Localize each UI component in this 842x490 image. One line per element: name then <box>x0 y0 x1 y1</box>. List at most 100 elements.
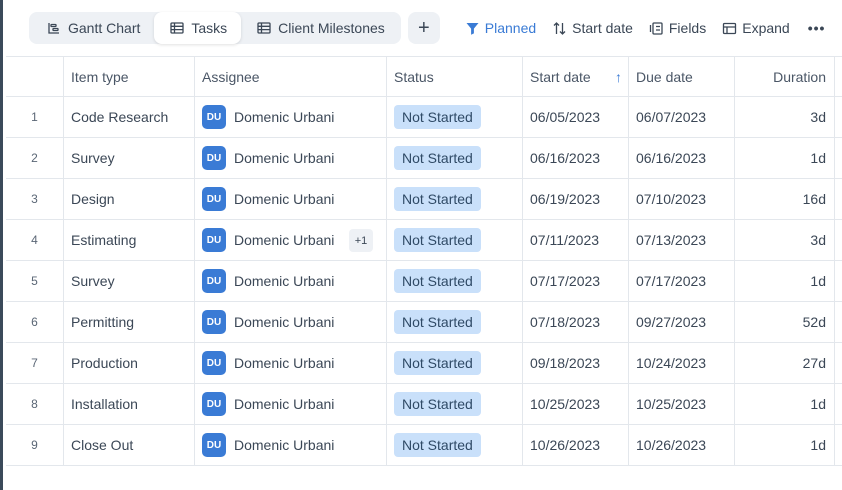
header-assignee[interactable]: Assignee <box>195 57 387 96</box>
start-date-cell[interactable]: 06/16/2023 <box>523 138 629 178</box>
assignee-cell[interactable]: DU Domenic Urbani <box>195 97 387 137</box>
item-type-cell[interactable]: Survey <box>64 261 195 301</box>
more-options-icon[interactable]: ••• <box>808 20 826 36</box>
view-toolbar: Gantt Chart Tasks Client Milestones + Pl… <box>3 0 842 56</box>
table-row[interactable]: 2 Survey DU Domenic Urbani Not Started 0… <box>6 138 842 179</box>
duration-cell[interactable]: 1d <box>735 425 835 465</box>
assignee-cell[interactable]: DU Domenic Urbani <box>195 261 387 301</box>
table-row[interactable]: 1 Code Research DU Domenic Urbani Not St… <box>6 97 842 138</box>
extra-assignees-badge[interactable]: +1 <box>349 229 373 252</box>
due-date-cell[interactable]: 07/10/2023 <box>629 179 735 219</box>
start-date-cell[interactable]: 10/26/2023 <box>523 425 629 465</box>
duration-cell[interactable]: 1d <box>735 384 835 424</box>
header-status[interactable]: Status <box>387 57 523 96</box>
status-cell[interactable]: Not Started <box>387 261 523 301</box>
item-type-cell[interactable]: Code Research <box>64 97 195 137</box>
start-date-cell[interactable]: 09/18/2023 <box>523 343 629 383</box>
due-date-cell[interactable]: 07/17/2023 <box>629 261 735 301</box>
assignee-name: Domenic Urbani <box>234 232 335 248</box>
item-type-cell[interactable]: Survey <box>64 138 195 178</box>
table-row[interactable]: 6 Permitting DU Domenic Urbani Not Start… <box>6 302 842 343</box>
tab-tasks[interactable]: Tasks <box>154 12 242 44</box>
row-number: 4 <box>6 220 64 260</box>
due-date-cell[interactable]: 10/24/2023 <box>629 343 735 383</box>
status-cell[interactable]: Not Started <box>387 138 523 178</box>
status-badge: Not Started <box>394 392 481 416</box>
header-duration[interactable]: Duration <box>735 57 835 96</box>
item-type-cell[interactable]: Permitting <box>64 302 195 342</box>
start-date-cell[interactable]: 07/11/2023 <box>523 220 629 260</box>
filter-label: Planned <box>484 20 537 36</box>
assignee-cell[interactable]: DU Domenic Urbani <box>195 343 387 383</box>
duration-cell[interactable]: 3d <box>735 220 835 260</box>
assignee-name: Domenic Urbani <box>234 273 335 289</box>
status-cell[interactable]: Not Started <box>387 302 523 342</box>
header-item-type[interactable]: Item type <box>64 57 195 96</box>
header-row-number <box>6 57 64 96</box>
header-start-date[interactable]: Start date ↑ <box>523 57 629 96</box>
duration-cell[interactable]: 52d <box>735 302 835 342</box>
assignee-name: Domenic Urbani <box>234 109 335 125</box>
due-date-cell[interactable]: 07/13/2023 <box>629 220 735 260</box>
item-type-cell[interactable]: Close Out <box>64 425 195 465</box>
filter-icon <box>466 22 479 35</box>
tab-client-milestones[interactable]: Client Milestones <box>241 14 399 42</box>
duration-cell[interactable]: 16d <box>735 179 835 219</box>
item-type-cell[interactable]: Estimating <box>64 220 195 260</box>
assignee-cell[interactable]: DU Domenic Urbani <box>195 425 387 465</box>
status-badge: Not Started <box>394 105 481 129</box>
sort-start-date-button[interactable]: Start date <box>552 20 633 36</box>
table-row[interactable]: 9 Close Out DU Domenic Urbani Not Starte… <box>6 425 842 466</box>
avatar: DU <box>202 310 226 334</box>
row-number: 9 <box>6 425 64 465</box>
assignee-cell[interactable]: DU Domenic Urbani <box>195 138 387 178</box>
duration-cell[interactable]: 1d <box>735 138 835 178</box>
table-row[interactable]: 8 Installation DU Domenic Urbani Not Sta… <box>6 384 842 425</box>
start-date-cell[interactable]: 07/18/2023 <box>523 302 629 342</box>
avatar: DU <box>202 269 226 293</box>
table-row[interactable]: 5 Survey DU Domenic Urbani Not Started 0… <box>6 261 842 302</box>
avatar: DU <box>202 392 226 416</box>
due-date-cell[interactable]: 06/07/2023 <box>629 97 735 137</box>
tab-gantt-chart[interactable]: Gantt Chart <box>31 14 154 42</box>
tab-label: Tasks <box>191 20 228 36</box>
status-cell[interactable]: Not Started <box>387 425 523 465</box>
assignee-cell[interactable]: DU Domenic Urbani <box>195 179 387 219</box>
header-due-date[interactable]: Due date <box>629 57 735 96</box>
filter-planned-button[interactable]: Planned <box>465 20 536 36</box>
status-cell[interactable]: Not Started <box>387 97 523 137</box>
table-row[interactable]: 3 Design DU Domenic Urbani Not Started 0… <box>6 179 842 220</box>
fields-button[interactable]: Fields <box>649 20 706 36</box>
assignee-name: Domenic Urbani <box>234 150 335 166</box>
expand-button[interactable]: Expand <box>722 20 790 36</box>
status-cell[interactable]: Not Started <box>387 220 523 260</box>
avatar: DU <box>202 228 226 252</box>
start-date-cell[interactable]: 06/05/2023 <box>523 97 629 137</box>
assignee-cell[interactable]: DU Domenic Urbani <box>195 384 387 424</box>
assignee-cell[interactable]: DU Domenic Urbani +1 <box>195 220 387 260</box>
status-cell[interactable]: Not Started <box>387 179 523 219</box>
table-row[interactable]: 7 Production DU Domenic Urbani Not Start… <box>6 343 842 384</box>
table-row[interactable]: 4 Estimating DU Domenic Urbani +1 Not St… <box>6 220 842 261</box>
start-date-cell[interactable]: 07/17/2023 <box>523 261 629 301</box>
table-icon <box>257 22 271 34</box>
add-view-button[interactable]: + <box>407 12 440 44</box>
due-date-cell[interactable]: 10/25/2023 <box>629 384 735 424</box>
duration-cell[interactable]: 27d <box>735 343 835 383</box>
fields-icon <box>649 21 663 35</box>
duration-cell[interactable]: 1d <box>735 261 835 301</box>
start-date-cell[interactable]: 06/19/2023 <box>523 179 629 219</box>
row-number: 5 <box>6 261 64 301</box>
assignee-name: Domenic Urbani <box>234 314 335 330</box>
status-cell[interactable]: Not Started <box>387 384 523 424</box>
due-date-cell[interactable]: 10/26/2023 <box>629 425 735 465</box>
due-date-cell[interactable]: 09/27/2023 <box>629 302 735 342</box>
assignee-cell[interactable]: DU Domenic Urbani <box>195 302 387 342</box>
due-date-cell[interactable]: 06/16/2023 <box>629 138 735 178</box>
item-type-cell[interactable]: Installation <box>64 384 195 424</box>
item-type-cell[interactable]: Production <box>64 343 195 383</box>
duration-cell[interactable]: 3d <box>735 97 835 137</box>
status-cell[interactable]: Not Started <box>387 343 523 383</box>
item-type-cell[interactable]: Design <box>64 179 195 219</box>
start-date-cell[interactable]: 10/25/2023 <box>523 384 629 424</box>
